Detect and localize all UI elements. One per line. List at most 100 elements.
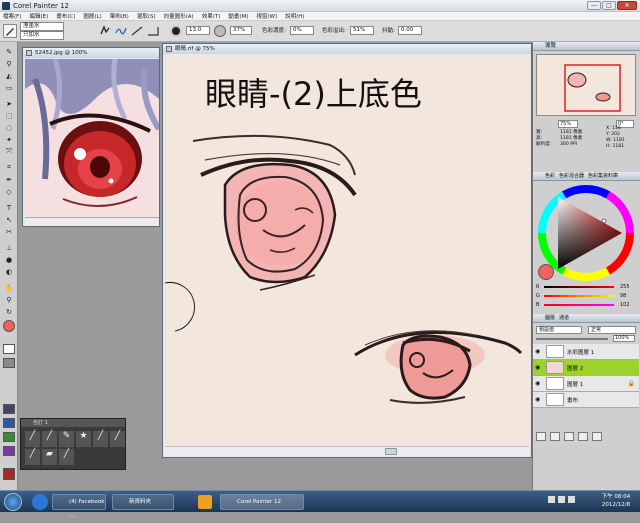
r-slider[interactable] <box>544 286 614 288</box>
straight-line-icon[interactable] <box>146 24 160 38</box>
menu-shapes[interactable]: 向量圖形(A) <box>164 12 194 20</box>
resat-field[interactable]: 0% <box>290 26 314 35</box>
main-color-swatch[interactable] <box>3 320 15 332</box>
layer-row[interactable]: ◉ 圖層 1 🔒 <box>533 376 639 392</box>
freehand-icon[interactable] <box>130 24 144 38</box>
brush-library-icon[interactable] <box>3 468 15 480</box>
menu-edit[interactable]: 編輯(E) <box>29 12 48 20</box>
custom-brush-7-icon[interactable]: ╱ <box>25 449 40 465</box>
brush-size-field[interactable]: 13.0 <box>186 26 210 35</box>
scroll-thumb[interactable] <box>385 448 397 455</box>
new-layer-icon[interactable] <box>536 432 546 441</box>
dynamic-plugins-icon[interactable] <box>578 432 588 441</box>
taskbar-painter[interactable]: Corel Painter 12 <box>220 494 304 510</box>
layer-opacity-field[interactable]: 100% <box>613 335 635 342</box>
current-color-swatch[interactable] <box>538 264 554 280</box>
custom-brush-4-icon[interactable]: ★ <box>76 431 91 447</box>
tab-mixer[interactable]: 色彩混合器 <box>559 172 584 180</box>
layer-row[interactable]: ◉ 畫布 <box>533 392 639 408</box>
taskbar-folder[interactable]: 新資料夾 <box>112 494 174 510</box>
zoom-field[interactable]: 75% <box>558 120 578 128</box>
dodge-icon[interactable]: ● <box>3 254 15 265</box>
eye-icon[interactable]: ◉ <box>535 396 540 403</box>
eraser-icon[interactable]: ▭ <box>3 82 15 93</box>
shape-selection-icon[interactable]: ↖ <box>3 214 15 225</box>
text-icon[interactable]: T <box>3 202 15 213</box>
menu-help[interactable]: 說明(H) <box>285 12 304 20</box>
tray-icon[interactable] <box>558 496 565 503</box>
g-value[interactable]: 98 <box>620 293 626 299</box>
tray-icon[interactable] <box>568 496 575 503</box>
composite-mode-select[interactable]: 正常 <box>588 326 636 334</box>
nozzle-selector-icon[interactable] <box>3 432 15 442</box>
b-value[interactable]: 102 <box>620 302 630 308</box>
canvas-window-header[interactable]: 眼睛.rif @ 75% <box>163 44 531 54</box>
close-button[interactable]: ✕ <box>617 1 637 10</box>
weaving-selector-icon[interactable] <box>3 418 15 428</box>
menu-select[interactable]: 選取(S) <box>137 12 156 20</box>
menu-window[interactable]: 視窗(W) <box>256 12 277 20</box>
reset-tool-icon[interactable] <box>98 24 112 38</box>
composite-method-select[interactable]: 預設值 <box>536 326 582 334</box>
eye-icon[interactable]: ◉ <box>535 380 540 387</box>
brush-variant-select[interactable]: 只加水 <box>20 31 64 40</box>
menu-movie[interactable]: 動畫(M) <box>228 12 248 20</box>
paint-bucket-icon[interactable]: ◭ <box>3 70 15 81</box>
maximize-button[interactable]: □ <box>602 1 616 10</box>
tab-color[interactable]: 色彩 <box>545 172 555 180</box>
menu-canvas[interactable]: 畫布(C) <box>56 12 75 20</box>
minimize-button[interactable]: — <box>587 1 601 10</box>
menu-effects[interactable]: 效果(T) <box>202 12 221 20</box>
tab-channels[interactable]: 通道 <box>559 314 569 322</box>
look-selector-icon[interactable] <box>3 446 15 456</box>
drawing-canvas[interactable]: 眼睛-(2)上底色 <box>165 55 529 445</box>
eye-icon[interactable]: ◉ <box>535 348 540 355</box>
rubber-stamp-icon[interactable]: ⊥ <box>3 242 15 253</box>
burn-icon[interactable]: ◐ <box>3 266 15 277</box>
custom-brush-9-icon[interactable]: ╱ <box>59 449 74 465</box>
r-value[interactable]: 255 <box>620 284 630 290</box>
reference-scrollbar[interactable] <box>25 217 159 226</box>
dropper-icon[interactable]: ⚲ <box>3 58 15 69</box>
crop-icon[interactable]: ⌗ <box>3 162 15 173</box>
b-slider[interactable] <box>544 304 614 306</box>
ie-icon[interactable] <box>32 494 48 510</box>
menu-layers[interactable]: 圖層(L) <box>83 12 101 20</box>
bleed-field[interactable]: 51% <box>350 26 374 35</box>
navigator-preview[interactable] <box>536 54 636 116</box>
opacity-field[interactable]: 37% <box>230 26 252 35</box>
start-button[interactable] <box>4 493 22 511</box>
pattern-selector-icon[interactable] <box>3 358 15 368</box>
pen-icon[interactable]: ✒ <box>3 174 15 185</box>
tab-layers[interactable]: 圖層 <box>545 314 555 322</box>
scissors-icon[interactable]: ✂ <box>3 226 15 237</box>
menu-file[interactable]: 檔案(F) <box>3 12 21 20</box>
lock-icon[interactable]: 🔒 <box>628 380 635 387</box>
paper-selector-icon[interactable] <box>3 344 15 354</box>
stroke-type-icon[interactable] <box>114 24 128 38</box>
brush-tool-icon[interactable] <box>3 24 17 38</box>
brush-icon[interactable]: ✎ <box>3 46 15 57</box>
layer-row[interactable]: ◉ 水彩圖層 1 <box>533 344 639 360</box>
transform-icon[interactable]: ⤧ <box>3 146 15 157</box>
navigator-panel-header[interactable]: 導覽 <box>533 42 640 51</box>
grabber-icon[interactable]: ✋ <box>3 282 15 293</box>
gradient-selector-icon[interactable] <box>3 404 15 414</box>
custom-brush-1-icon[interactable]: ╱ <box>25 431 40 447</box>
magic-wand-icon[interactable]: ✦ <box>3 134 15 145</box>
reference-window-header[interactable]: 52452.jpg @ 100% <box>23 48 159 58</box>
shape-icon[interactable]: ◇ <box>3 186 15 197</box>
tray-icon[interactable] <box>548 496 555 503</box>
delete-layer-icon[interactable] <box>592 432 602 441</box>
canvas-horizontal-scrollbar[interactable] <box>165 446 529 456</box>
media-player-icon[interactable] <box>198 495 212 509</box>
layer-mask-icon[interactable] <box>550 432 560 441</box>
magnifier-icon[interactable]: ⚲ <box>3 294 15 305</box>
lasso-icon[interactable]: ◌ <box>3 122 15 133</box>
rotate-page-icon[interactable]: ↻ <box>3 306 15 317</box>
rect-select-icon[interactable]: ⬚ <box>3 110 15 121</box>
tab-color-sets[interactable]: 色彩集資料庫 <box>588 172 618 180</box>
custom-brush-6-icon[interactable]: ╱ <box>110 431 125 447</box>
eye-icon[interactable]: ◉ <box>535 364 540 371</box>
layer-opacity-slider[interactable] <box>536 338 608 340</box>
